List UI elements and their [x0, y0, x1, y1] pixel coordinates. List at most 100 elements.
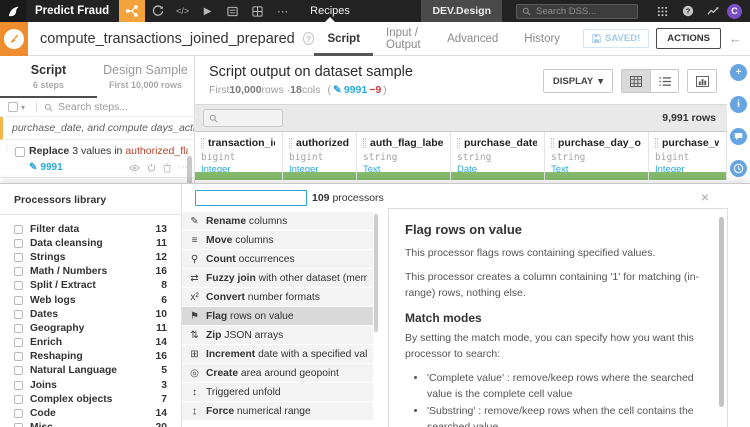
checkbox[interactable] [14, 310, 23, 319]
step-checkbox[interactable] [15, 147, 25, 157]
add-button[interactable]: + [730, 64, 747, 81]
checkbox[interactable] [14, 338, 23, 347]
tab-history[interactable]: History [511, 22, 573, 56]
category-web-logs[interactable]: Web logs6 [14, 293, 167, 307]
processor-move-columns[interactable]: ≡Move columns [182, 231, 373, 249]
details-info-button[interactable]: i [730, 96, 747, 113]
category-complex-objects[interactable]: Complex objects7 [14, 392, 167, 406]
project-name[interactable]: Predict Fraud [35, 5, 109, 17]
column-grip-icon[interactable] [457, 138, 460, 148]
tab-script[interactable]: Script [314, 22, 373, 56]
discussions-button[interactable] [730, 128, 747, 145]
nav-deployer-icon[interactable] [220, 0, 245, 22]
processor-triggered-unfold[interactable]: ↕Triggered unfold [182, 383, 373, 401]
category-dates[interactable]: Dates10 [14, 307, 167, 321]
tab-advanced[interactable]: Advanced [434, 22, 511, 56]
drag-handle-icon[interactable]: ⋮⋮ [3, 145, 11, 173]
table-view-button[interactable] [622, 70, 650, 92]
tab-design-sample[interactable]: Design Sample First 10,000 rows [97, 56, 194, 98]
processor-force-numerical-range[interactable]: ↨Force numerical range [182, 402, 373, 420]
processor-fuzzy-join[interactable]: ⇄Fuzzy join with other dataset (memory-b… [182, 269, 373, 287]
checkbox[interactable] [14, 267, 23, 276]
category-enrich[interactable]: Enrich14 [14, 336, 167, 350]
nav-dashboards-icon[interactable] [245, 0, 270, 22]
search-steps-input[interactable]: Search steps... [58, 101, 128, 113]
checkbox[interactable] [14, 381, 23, 390]
env-switcher[interactable]: DEV.Design [421, 0, 502, 22]
dataiku-logo[interactable] [0, 0, 26, 22]
chevron-down-icon[interactable]: ▾ [21, 103, 25, 112]
display-dropdown[interactable]: DISPLAY ▾ [543, 69, 613, 93]
category-data-cleansing[interactable]: Data cleansing11 [14, 236, 167, 250]
processor-search-input[interactable] [195, 190, 307, 206]
tab-input-output[interactable]: Input / Output [373, 22, 434, 56]
column-grip-icon[interactable] [551, 138, 554, 148]
checkbox[interactable] [14, 239, 23, 248]
category-split-extract[interactable]: Split / Extract8 [14, 279, 167, 293]
processor-zip-json-arrays[interactable]: ⇅Zip JSON arrays [182, 326, 373, 344]
checkbox[interactable] [14, 366, 23, 375]
nav-jobs-icon[interactable]: ▶ [195, 0, 220, 22]
help-icon[interactable]: ? [675, 0, 700, 22]
category-strings[interactable]: Strings12 [14, 250, 167, 264]
category-reshaping[interactable]: Reshaping16 [14, 350, 167, 364]
column-grip-icon[interactable] [201, 138, 204, 148]
category-geography[interactable]: Geography11 [14, 321, 167, 335]
processor-count-occurrences[interactable]: ⚲Count occurrences [182, 250, 373, 268]
disable-step-icon[interactable] [147, 163, 156, 172]
column-header[interactable]: authorized_flag bigint Integer [283, 132, 357, 180]
checkbox[interactable] [14, 324, 23, 333]
actions-button[interactable]: ACTIONS [656, 28, 721, 49]
table-search-box[interactable] [203, 109, 283, 127]
apps-grid-icon[interactable] [650, 0, 675, 22]
doc-scrollbar[interactable] [719, 217, 724, 407]
tab-script-steps[interactable]: Script 6 steps [0, 56, 97, 98]
column-header[interactable]: transaction_id bigint Integer [195, 132, 283, 180]
column-grip-icon[interactable] [655, 138, 658, 148]
checkbox[interactable] [14, 409, 23, 418]
processor-create-area-geopoint[interactable]: ◎Create area around geopoint [182, 364, 373, 382]
category-code[interactable]: Code14 [14, 406, 167, 420]
checkbox[interactable] [14, 352, 23, 361]
processor-convert-number-formats[interactable]: x²Convert number formats [182, 288, 373, 306]
category-filter-data[interactable]: Filter data13 [14, 222, 167, 236]
checkbox[interactable] [14, 253, 23, 262]
checkbox[interactable] [14, 395, 23, 404]
column-header[interactable]: purchase_date string Date [451, 132, 545, 180]
global-search-input[interactable] [536, 6, 626, 17]
nav-flow-icon[interactable] [119, 0, 145, 22]
nav-code-icon[interactable]: </> [170, 0, 195, 22]
category-natural-language[interactable]: Natural Language5 [14, 364, 167, 378]
select-all-checkbox[interactable] [8, 102, 18, 112]
checkbox[interactable] [14, 423, 23, 427]
nav-lab-icon[interactable] [145, 0, 170, 22]
step-comment[interactable]: purchase_date, and compute days_active. [0, 117, 194, 140]
step-replace-authorized-flag[interactable]: ⋮⋮ Replace 3 values in authorized_flag ✎… [0, 140, 194, 178]
list-view-button[interactable] [650, 70, 678, 92]
category-joins[interactable]: Joins3 [14, 378, 167, 392]
checkbox[interactable] [14, 225, 23, 234]
processor-rename-columns[interactable]: ✎Rename columns [182, 212, 373, 230]
column-header[interactable]: purchase_week bigint Integer [649, 132, 727, 180]
steps-scrollbar[interactable] [187, 156, 192, 184]
info-icon[interactable]: ? [303, 32, 315, 45]
history-button[interactable] [730, 160, 747, 177]
collapse-arrow-icon[interactable]: ← [729, 31, 742, 46]
checkbox[interactable] [14, 281, 23, 290]
close-icon[interactable]: × [701, 190, 709, 204]
category-misc[interactable]: Misc20 [14, 421, 167, 427]
column-grip-icon[interactable] [363, 138, 366, 148]
charts-view-button[interactable] [687, 69, 717, 93]
nav-more-icon[interactable]: ⋯ [270, 0, 295, 22]
processor-increment-date[interactable]: ⊞Increment date with a specified value [182, 345, 373, 363]
processor-flag-rows-on-value[interactable]: ⚑Flag rows on value [182, 307, 373, 325]
global-search[interactable] [516, 4, 638, 19]
saved-button[interactable]: SAVED! [583, 29, 649, 48]
column-header[interactable]: purchase_day_of_week string Text [545, 132, 649, 180]
delete-step-icon[interactable] [163, 163, 171, 173]
checkbox[interactable] [14, 296, 23, 305]
preview-eye-icon[interactable] [129, 164, 140, 172]
column-header[interactable]: auth_flag_label string Text [357, 132, 451, 180]
user-avatar[interactable]: C [727, 4, 742, 19]
trend-icon[interactable] [700, 0, 725, 22]
